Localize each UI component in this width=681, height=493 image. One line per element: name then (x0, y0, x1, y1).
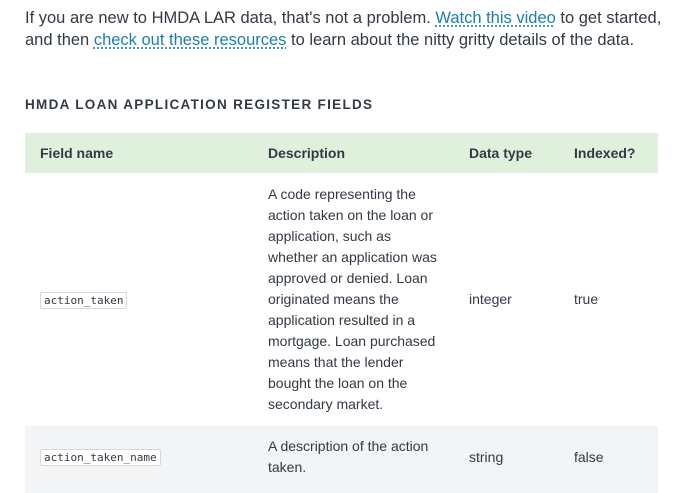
indexed-cell: true (574, 291, 599, 307)
table-row: action_taken A code representing the act… (25, 173, 658, 426)
data-type-cell: string (469, 448, 504, 465)
intro-paragraph: If you are new to HMDA LAR data, that's … (25, 7, 665, 51)
description-cell: A description of the action taken. (268, 438, 429, 475)
watch-video-link[interactable]: Watch this video (435, 9, 555, 27)
section-heading: HMDA LOAN APPLICATION REGISTER FIELDS (25, 97, 374, 112)
header-field-name: Field name (40, 144, 114, 161)
lar-fields-table: Field name Description Data type Indexed… (25, 133, 658, 488)
data-type-cell: integer (469, 291, 512, 307)
resources-link[interactable]: check out these resources (94, 31, 287, 49)
field-name-code: action_taken (40, 291, 128, 309)
header-description: Description (268, 144, 346, 161)
table-body: action_taken A code representing the act… (25, 173, 658, 488)
next-row-edge (25, 486, 658, 493)
header-indexed: Indexed? (574, 144, 636, 161)
table-header: Field name Description Data type Indexed… (25, 133, 658, 173)
field-name-cell: action_taken_name (25, 426, 253, 488)
indexed-cell: false (574, 448, 604, 465)
field-name-cell: action_taken (25, 173, 253, 426)
table-header-row: Field name Description Data type Indexed… (25, 133, 658, 173)
intro-text-3: to learn about the nitty gritty details … (286, 31, 635, 49)
header-data-type: Data type (469, 144, 533, 161)
intro-text-1: If you are new to HMDA LAR data, that's … (25, 9, 436, 27)
table-row: action_taken_name A description of the a… (25, 426, 658, 488)
field-name-code: action_taken_name (40, 449, 161, 466)
description-cell: A code representing the action taken on … (268, 186, 437, 412)
